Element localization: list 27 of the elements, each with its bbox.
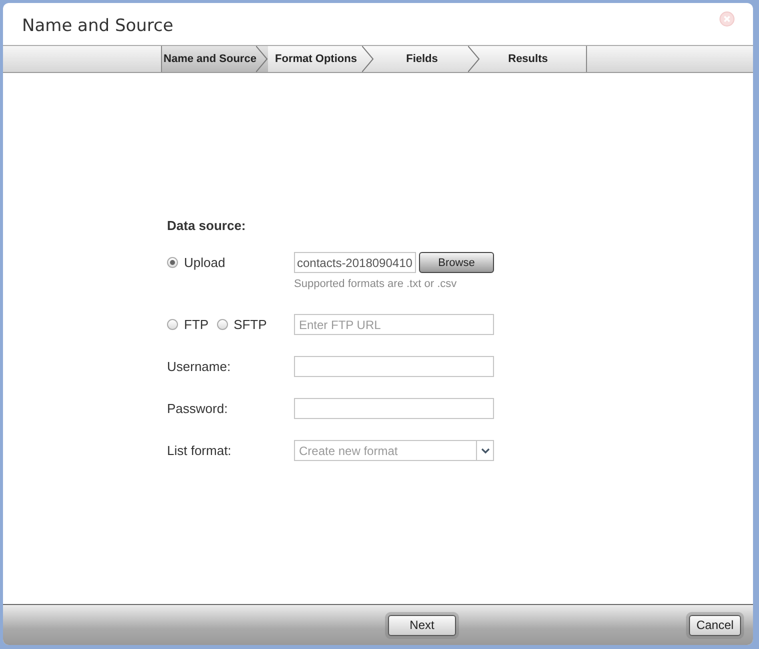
field-label: Password: [167,401,228,416]
field-label: Username: [167,359,231,374]
chevron-icon [256,46,268,72]
wizard-step[interactable]: Results [480,46,586,72]
chevron-icon [468,46,480,72]
wizard-step[interactable]: Format Options [268,46,374,72]
username-field[interactable] [294,356,494,377]
password-field[interactable] [294,398,494,419]
radio-label: SFTP [234,317,267,332]
window-title: Name and Source [22,16,174,36]
radio-button[interactable] [216,319,228,330]
next-button[interactable]: Next [388,614,456,636]
radio-button[interactable] [167,319,178,330]
radio-label: FTP [184,317,209,332]
wizard-step[interactable]: Name and Source [162,46,268,72]
wizard-step[interactable]: Fields [374,46,480,72]
radio-label: Upload [184,255,226,270]
field-label: List format: [167,443,232,458]
chevron-icon [362,46,374,72]
file-field[interactable]: contacts-2018090410 [294,252,416,273]
cancel-button[interactable]: Cancel [689,614,741,636]
section-heading: Data source: [167,218,247,233]
caret-icon [480,448,490,454]
hint-text: Supported formats are .txt or .csv [294,278,458,290]
browse-button[interactable]: Browse [419,252,494,273]
url-field[interactable]: Enter FTP URL [294,314,494,335]
radio-button[interactable] [167,257,178,268]
